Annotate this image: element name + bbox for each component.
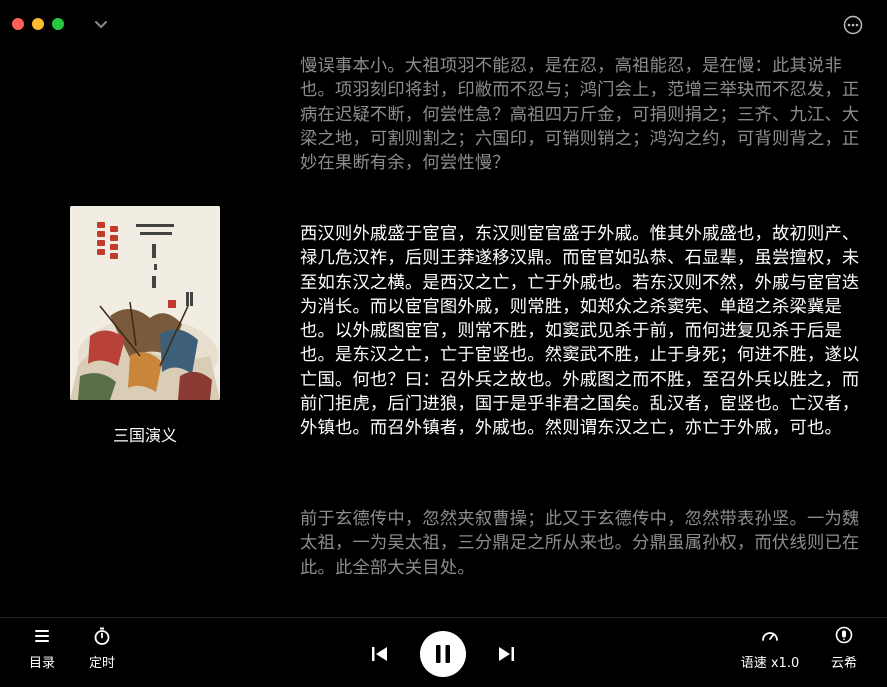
maximize-window-button[interactable] (52, 18, 64, 30)
timer-button[interactable]: 定时 (82, 626, 122, 671)
speed-label: 语速 x1.0 (740, 656, 800, 671)
menu-list-icon (35, 630, 49, 642)
speed-button[interactable]: 语速 x1.0 (736, 626, 804, 671)
minimize-window-button[interactable] (32, 18, 44, 30)
previous-track-icon[interactable] (370, 644, 390, 664)
chevron-down-icon[interactable] (92, 16, 110, 34)
voice-label: 云希 (830, 656, 857, 671)
text-paragraph: 慢误事本小。大祖项羽不能忍，是在忍，高祖能忍，是在慢：此其说非也。项羽刻印将封，… (300, 56, 860, 174)
reader-window: 三国演义 慢误事本小。大祖项羽不能忍，是在忍，高祖能忍，是在慢：此其说非也。项羽… (0, 0, 887, 687)
playback-bar: 目录 定时 语速 x1.0 云希 (0, 617, 887, 687)
microphone-icon (835, 626, 853, 644)
book-cover-illustration (70, 206, 220, 400)
book-cover[interactable] (70, 206, 220, 400)
toc-label: 目录 (28, 656, 55, 671)
stopwatch-icon (94, 627, 110, 645)
close-window-button[interactable] (12, 18, 24, 30)
pause-button[interactable] (420, 631, 466, 677)
text-paragraph: 前于玄德传中，忽然夹叙曹操；此又于玄德传中，忽然带表孙坚。一为魏太祖，一为吴太祖… (300, 509, 860, 578)
pause-icon (436, 645, 450, 663)
toc-button[interactable]: 目录 (22, 626, 62, 671)
book-title: 三国演义 (112, 426, 177, 445)
speedometer-icon (762, 632, 778, 641)
timer-label: 定时 (88, 656, 115, 671)
text-paragraph-current: 西汉则外戚盛于宦官，东汉则宦官盛于外戚。惟其外戚盛也，故初则产、禄几危汉祚，后则… (300, 224, 860, 439)
voice-button[interactable]: 云希 (824, 626, 864, 671)
reading-text-area[interactable]: 慢误事本小。大祖项羽不能忍，是在忍，高祖能忍，是在慢：此其说非也。项羽刻印将封，… (300, 54, 870, 614)
title-bar (0, 0, 887, 46)
more-options-icon[interactable] (843, 15, 863, 35)
next-track-icon[interactable] (496, 644, 516, 664)
